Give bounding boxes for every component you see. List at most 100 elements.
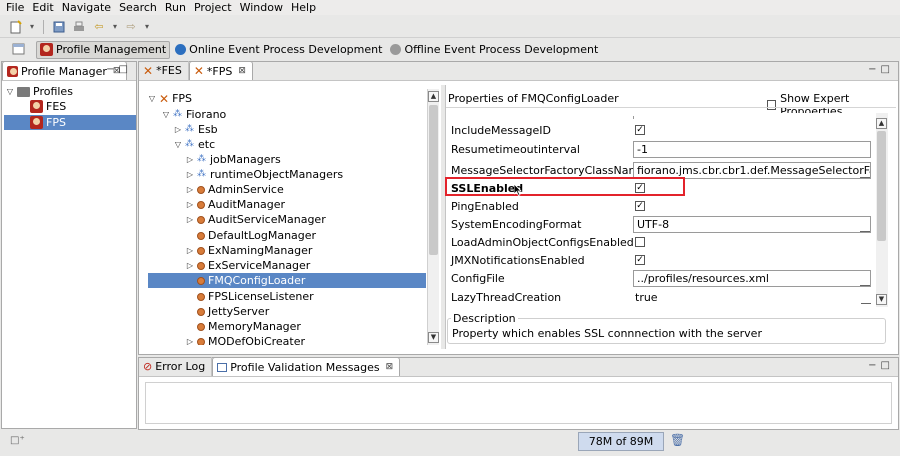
tree-label: AuditManager [208, 198, 286, 211]
back-icon[interactable]: ⇦ [91, 19, 107, 35]
property-checkbox[interactable]: ✓ [635, 255, 645, 265]
new-dropdown-icon[interactable]: ▾ [28, 19, 36, 35]
properties-header: Properties of FMQConfigLoader [448, 92, 619, 105]
tree-item-exservicemanager[interactable]: ▷ ExServiceManager [186, 258, 310, 273]
scroll-up-icon[interactable]: ▲ [428, 91, 439, 102]
expand-icon[interactable]: ▷ [186, 167, 194, 182]
tree-label: runtimeObjectManagers [210, 168, 344, 181]
tree-item-fps[interactable]: FPS [4, 115, 136, 130]
collapse-icon[interactable]: ▽ [6, 84, 14, 99]
tree-item-fmqconfigloader[interactable]: FMQConfigLoader [148, 273, 426, 288]
save-icon[interactable] [51, 19, 67, 35]
dropdown-icon[interactable] [861, 291, 871, 304]
tree-item-adminservice[interactable]: ▷ AdminService [186, 182, 284, 197]
tab-profile-validation[interactable]: Profile Validation Messages ⊠ [212, 357, 401, 376]
property-row: Resumetimeoutinterval -1 [447, 141, 872, 159]
expand-icon[interactable]: ▷ [186, 334, 194, 345]
perspective-label: Offline Event Process Development [404, 43, 599, 56]
tree-item-defaultlogmanager[interactable]: DefaultLogManager [197, 228, 316, 243]
minimize-maximize-icon[interactable]: −□ [106, 64, 132, 75]
property-row: ConfigFile ../profiles/resources.xml [447, 270, 872, 288]
collapse-icon[interactable]: ▽ [162, 107, 170, 122]
menu-project[interactable]: Project [190, 0, 236, 15]
tree-item-profiles[interactable]: ▽ Profiles [6, 84, 73, 99]
property-value-field[interactable]: ../profiles/resources.xml [633, 270, 871, 287]
property-value-field[interactable]: -1 [633, 141, 871, 158]
menu-help[interactable]: Help [287, 0, 320, 15]
menu-run[interactable]: Run [161, 0, 190, 15]
tree-label: etc [198, 138, 216, 151]
forward-icon[interactable]: ⇨ [123, 19, 139, 35]
menu-search[interactable]: Search [115, 0, 161, 15]
scroll-up-icon[interactable]: ▲ [876, 118, 887, 129]
tab-fes[interactable]: ✕ *FES [139, 61, 189, 80]
expand-icon[interactable]: ▷ [186, 152, 194, 167]
perspective-profile-management[interactable]: Profile Management [36, 40, 171, 59]
property-checkbox[interactable]: ✓ [635, 201, 645, 211]
open-perspective-icon[interactable] [10, 42, 26, 58]
print-icon[interactable] [71, 19, 87, 35]
new-icon[interactable] [8, 19, 24, 35]
expand-icon[interactable]: ▷ [186, 212, 194, 227]
tree-item-exnamingmanager[interactable]: ▷ ExNamingManager [186, 243, 312, 258]
tree-item-fiorano[interactable]: ▽ ⁂ Fiorano [162, 107, 226, 122]
close-icon[interactable]: ⊠ [386, 362, 394, 372]
property-value-field[interactable]: true [633, 289, 871, 306]
expand-icon[interactable]: ▷ [186, 182, 194, 197]
tab-error-log[interactable]: ⊘ Error Log [139, 357, 213, 376]
property-checkbox[interactable] [635, 237, 645, 247]
tree-item-fes[interactable]: FES [30, 99, 66, 114]
tree-item-auditservicemanager[interactable]: ▷ AuditServiceManager [186, 212, 326, 227]
properties-scrollbar[interactable]: ▲ ▼ [876, 113, 888, 307]
back-dropdown-icon[interactable]: ▾ [111, 19, 119, 35]
fast-view-icon[interactable]: □⁺ [10, 435, 25, 446]
component-icon [197, 276, 205, 285]
tree-item-etc[interactable]: ▽ ⁂ etc [174, 137, 215, 152]
tree-scrollbar[interactable]: ▲ ▼ [427, 89, 439, 345]
expand-icon[interactable]: ▷ [186, 243, 194, 258]
expand-icon[interactable]: ▷ [174, 122, 182, 137]
dropdown-icon[interactable] [860, 165, 870, 178]
expand-icon[interactable]: ▷ [186, 258, 194, 273]
menu-edit[interactable]: Edit [28, 0, 57, 15]
minimize-maximize-icon[interactable]: −□ [868, 360, 894, 371]
minimize-maximize-icon[interactable]: −□ [868, 64, 894, 75]
perspective-offline[interactable]: Offline Event Process Development [387, 41, 601, 59]
menu-file[interactable]: File [2, 0, 28, 15]
component-icon [197, 261, 205, 270]
property-row: LoadAdminObjectConfigsEnabled [447, 234, 872, 252]
package-icon: ⁂ [173, 109, 182, 119]
dropdown-icon[interactable] [860, 219, 870, 232]
toolbar: ▾ ⇦ ▾ ⇨ ▾ [0, 16, 900, 38]
component-icon [197, 200, 205, 209]
tree-item-auditmanager[interactable]: ▷ AuditManager [186, 197, 285, 212]
forward-dropdown-icon[interactable]: ▾ [143, 19, 151, 35]
scroll-thumb[interactable] [877, 131, 886, 241]
property-value-field[interactable]: UTF-8 [633, 216, 871, 233]
tree-item-fps-root[interactable]: ▽ ✕ FPS [148, 91, 192, 106]
tab-fps[interactable]: ✕ *FPS ⊠ [188, 61, 253, 80]
tree-item-fpslicenselistener[interactable]: FPSLicenseListener [197, 289, 314, 304]
menu-navigate[interactable]: Navigate [58, 0, 115, 15]
perspective-online[interactable]: Online Event Process Development [172, 41, 385, 59]
trash-icon[interactable]: 🗑 [670, 433, 685, 447]
tree-item-esb[interactable]: ▷ ⁂ Esb [174, 122, 218, 137]
collapse-icon[interactable]: ▽ [174, 137, 182, 152]
scroll-down-icon[interactable]: ▼ [876, 294, 887, 305]
expand-icon[interactable]: ▷ [186, 197, 194, 212]
profile-icon [30, 100, 43, 113]
scroll-thumb[interactable] [429, 105, 438, 255]
tree-item-memorymanager[interactable]: MemoryManager [197, 319, 301, 334]
scroll-down-icon[interactable]: ▼ [428, 332, 439, 343]
dropdown-icon[interactable] [860, 273, 870, 286]
close-icon[interactable]: ⊠ [238, 66, 246, 76]
property-row: JMXNotificationsEnabled ✓ [447, 252, 872, 270]
property-checkbox[interactable]: ✓ [635, 125, 645, 135]
tree-item-jettyserver[interactable]: JettyServer [197, 304, 269, 319]
tree-item-jobmanagers[interactable]: ▷ ⁂ jobManagers [186, 152, 281, 167]
collapse-icon[interactable]: ▽ [148, 91, 156, 106]
tree-item-runtimeobjectmanagers[interactable]: ▷ ⁂ runtimeObjectManagers [186, 167, 343, 182]
profile-icon [30, 116, 43, 129]
menu-window[interactable]: Window [236, 0, 287, 15]
tree-item-mqdefobjcreater[interactable]: ▷ MQDefObjCreater [186, 334, 305, 345]
